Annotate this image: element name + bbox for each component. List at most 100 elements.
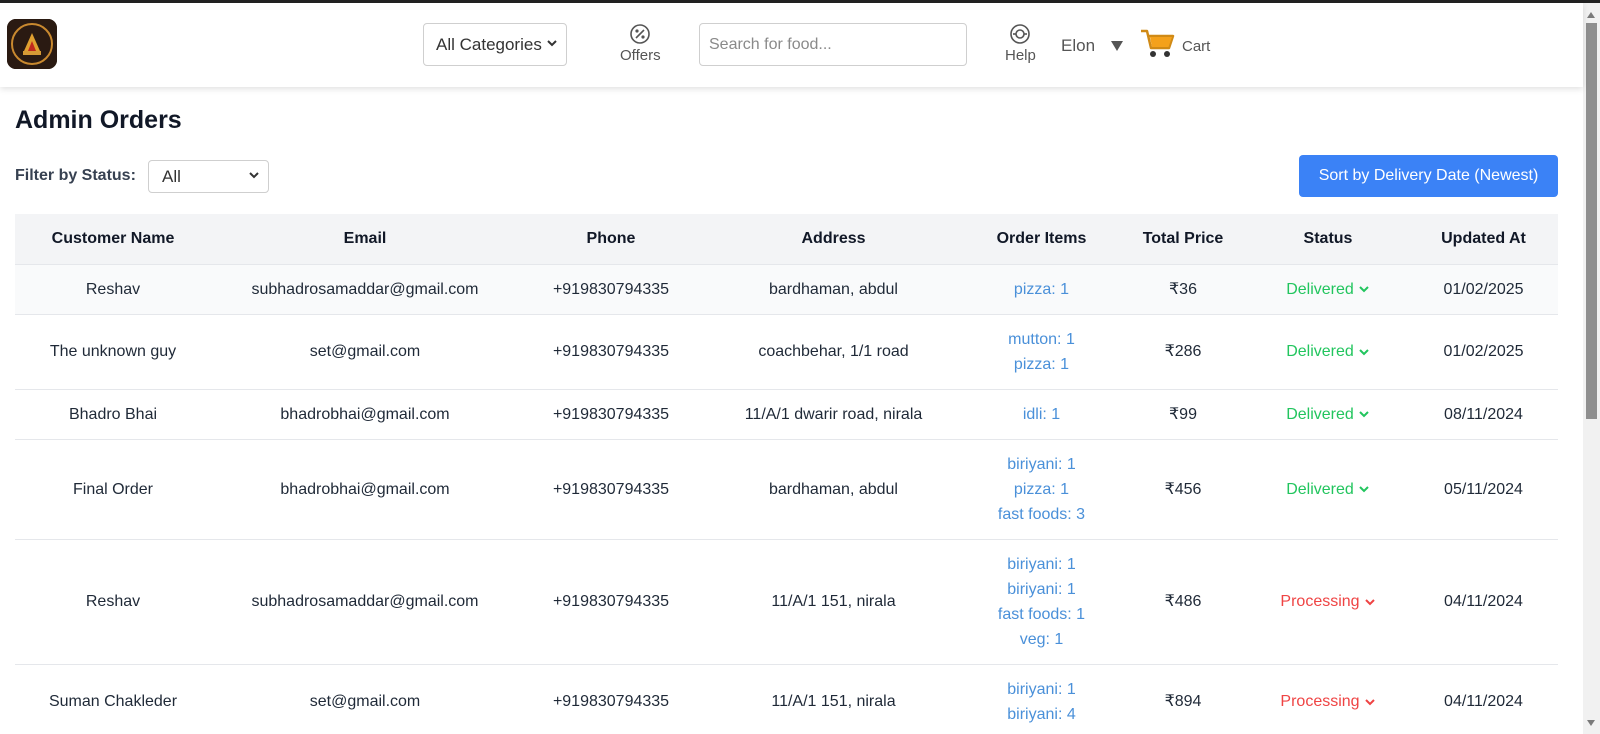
status-filter-value: All [162, 166, 181, 186]
status-dropdown[interactable]: Delivered [1286, 277, 1370, 302]
cell-phone: +919830794335 [519, 389, 703, 440]
help-label: Help [1005, 47, 1036, 64]
cell-email: subhadrosamaddar@gmail.com [211, 539, 519, 665]
order-item: pizza: 1 [1013, 480, 1070, 498]
cell-updated-at: 04/11/2024 [1409, 539, 1558, 665]
cell-status: Processing [1247, 539, 1409, 665]
chevron-down-icon [1359, 411, 1369, 418]
cell-address: 11/A/1 151, nirala [703, 539, 964, 665]
cell-phone: +919830794335 [519, 264, 703, 315]
cell-updated-at: 04/11/2024 [1409, 664, 1558, 734]
table-row: Suman Chakleder set@gmail.com +91983079433… [15, 664, 1558, 734]
column-header: Updated At [1409, 214, 1558, 265]
cell-email: set@gmail.com [211, 314, 519, 390]
orders-table-body: Reshav subhadrosamaddar@gmail.com +9198307… [15, 264, 1558, 734]
user-menu-name[interactable]: Elon [1061, 36, 1095, 56]
chevron-down-icon [1364, 598, 1375, 605]
vertical-scrollbar[interactable] [1583, 3, 1600, 734]
filter-status-label: Filter by Status: [15, 167, 136, 184]
cell-total-price: ₹36 [1119, 264, 1247, 315]
column-header: Total Price [1119, 214, 1247, 265]
status-filter-select[interactable]: All [148, 160, 269, 193]
category-select-value: All Categories [436, 34, 542, 54]
order-item: biriyani: 1 [1007, 680, 1076, 698]
sort-by-delivery-date-button[interactable]: Sort by Delivery Date (Newest) [1299, 155, 1558, 197]
cell-order-items: biriyani: 1 pizza: 1 fast foods: 3 [964, 439, 1119, 540]
order-item: pizza: 1 [1013, 355, 1070, 373]
status-dropdown[interactable]: Delivered [1286, 339, 1370, 364]
top-navbar: All Categories Offers Help Elon Car [0, 3, 1583, 87]
cell-total-price: ₹99 [1119, 389, 1247, 440]
status-dropdown[interactable]: Delivered [1286, 402, 1370, 427]
cell-name: Final Order [15, 439, 211, 540]
status-dropdown[interactable]: Processing [1280, 589, 1375, 614]
status-dropdown[interactable]: Delivered [1286, 477, 1370, 502]
cell-name: Suman Chakleder [15, 664, 211, 734]
order-item: biriyani: 1 [1007, 555, 1076, 573]
order-item: biriyani: 1 [1007, 580, 1076, 598]
status-value: Delivered [1286, 280, 1354, 298]
cart-label[interactable]: Cart [1182, 38, 1210, 55]
table-row: Bhadro Bhai bhadrobhai@gmail.com +91983079… [15, 389, 1558, 440]
column-header: Customer Name [15, 214, 211, 265]
page-title: Admin Orders [15, 106, 182, 134]
cell-phone: +919830794335 [519, 314, 703, 390]
caret-down-icon[interactable] [1110, 40, 1124, 52]
cell-total-price: ₹894 [1119, 664, 1247, 734]
cell-total-price: ₹486 [1119, 539, 1247, 665]
scroll-up-arrow-icon[interactable] [1587, 12, 1595, 18]
cell-status: Delivered [1247, 389, 1409, 440]
cell-name: Reshav [15, 264, 211, 315]
status-dropdown[interactable]: Processing [1280, 689, 1375, 714]
cell-phone: +919830794335 [519, 539, 703, 665]
cell-updated-at: 08/11/2024 [1409, 389, 1558, 440]
offers-label: Offers [620, 47, 661, 64]
cell-address: coachbehar, 1/1 road [703, 314, 964, 390]
order-item: biriyani: 4 [1007, 705, 1076, 723]
column-header: Phone [519, 214, 703, 265]
orders-table: Customer Name Email Phone Address Order … [15, 214, 1558, 734]
cell-order-items: idli: 1 [964, 389, 1119, 440]
search-input[interactable] [699, 23, 967, 66]
cell-phone: +919830794335 [519, 664, 703, 734]
cell-status: Processing [1247, 664, 1409, 734]
category-select[interactable]: All Categories [423, 23, 567, 66]
cell-email: bhadrobhai@gmail.com [211, 389, 519, 440]
status-value: Processing [1280, 593, 1360, 610]
chevron-down-icon [1359, 286, 1369, 293]
cell-email: set@gmail.com [211, 664, 519, 734]
table-row: Reshav subhadrosamaddar@gmail.com +9198307… [15, 264, 1558, 315]
cell-total-price: ₹456 [1119, 439, 1247, 540]
chevron-down-icon [547, 40, 557, 47]
order-item: idli: 1 [1022, 405, 1061, 423]
scroll-down-arrow-icon[interactable] [1587, 720, 1595, 726]
table-row: Final Order bhadrobhai@gmail.com +91983079… [15, 439, 1558, 540]
status-value: Delivered [1286, 405, 1354, 423]
cart-icon[interactable] [1140, 28, 1176, 60]
table-row: Reshav subhadrosamaddar@gmail.com +9198307… [15, 539, 1558, 665]
cell-status: Delivered [1247, 314, 1409, 390]
cell-name: The unknown guy [15, 314, 211, 390]
cell-address: 11/A/1 dwarir road, nirala [703, 389, 964, 440]
column-header: Order Items [964, 214, 1119, 265]
cell-order-items: pizza: 1 [964, 264, 1119, 315]
column-header: Status [1247, 214, 1409, 265]
app-logo[interactable] [7, 19, 57, 69]
lifebuoy-icon [1010, 24, 1031, 44]
chevron-down-icon [1364, 698, 1375, 705]
order-item: fast foods: 1 [997, 605, 1086, 623]
status-value: Processing [1280, 693, 1360, 710]
cell-name: Reshav [15, 539, 211, 665]
offers-link[interactable]: Offers [620, 23, 661, 64]
order-item: biriyani: 1 [1007, 455, 1076, 473]
cell-phone: +919830794335 [519, 439, 703, 540]
help-link[interactable]: Help [1005, 23, 1036, 64]
cell-updated-at: 01/02/2025 [1409, 264, 1558, 315]
order-item: veg: 1 [1019, 630, 1064, 648]
cell-updated-at: 05/11/2024 [1409, 439, 1558, 540]
table-header-row: Customer Name Email Phone Address Order … [15, 214, 1558, 265]
discount-icon [630, 24, 651, 44]
scrollbar-thumb[interactable] [1586, 23, 1597, 419]
cell-order-items: mutton: 1 pizza: 1 [964, 314, 1119, 390]
cell-email: subhadrosamaddar@gmail.com [211, 264, 519, 315]
